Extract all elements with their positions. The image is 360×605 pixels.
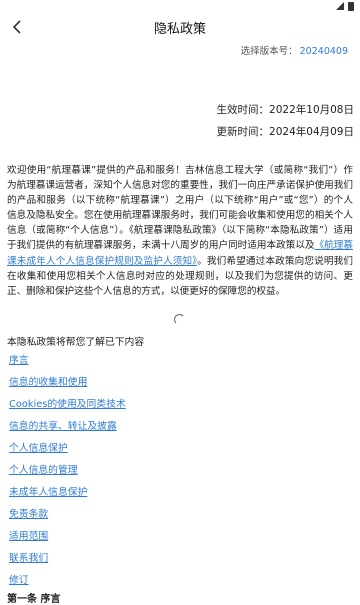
table-of-contents: 序言 信息的收集和使用 Cookies的使用及同类技术 信息的共享、转让及披露 … — [9, 354, 126, 596]
nav-bar: 隐私政策 — [0, 12, 360, 42]
effective-date: 生效时间：2022年10月08日 — [216, 104, 354, 116]
toc-item: Cookies的使用及同类技术 — [9, 398, 126, 420]
intro-paragraph: 欢迎使用“航理慕课”提供的产品和服务！吉林信息工程大学（或简称“我们”）作为航理… — [7, 163, 353, 299]
toc-link-management[interactable]: 个人信息的管理 — [9, 465, 78, 476]
version-value-link[interactable]: 20240409 — [300, 46, 348, 57]
toc-item: 联系我们 — [9, 552, 126, 574]
loading-spinner-icon — [174, 314, 185, 325]
status-bar — [0, 0, 360, 12]
section-title-preface: 第一条 序言 — [7, 594, 61, 605]
toc-item: 个人信息保护 — [9, 442, 126, 464]
signal-icon — [336, 2, 344, 10]
intro-text-part1: 欢迎使用“航理慕课”提供的产品和服务！吉林信息工程大学（或简称“我们”）作为航理… — [7, 165, 353, 252]
toc-link-sharing[interactable]: 信息的共享、转让及披露 — [9, 421, 117, 432]
page-title: 隐私政策 — [153, 21, 206, 37]
toc-link-collection-use[interactable]: 信息的收集和使用 — [9, 377, 87, 388]
toc-link-cookies[interactable]: Cookies的使用及同类技术 — [9, 399, 126, 410]
toc-heading: 本隐私政策将帮您了解已下内容 — [7, 337, 145, 348]
updated-date: 更新时间：2024年04月09日 — [216, 126, 354, 138]
toc-link-disclaimer[interactable]: 免责条款 — [9, 509, 48, 520]
toc-link-revision[interactable]: 修订 — [9, 575, 29, 586]
policy-dates: 生效时间：2022年10月08日 更新时间：2024年04月09日 — [217, 99, 354, 143]
toc-link-preface[interactable]: 序言 — [9, 355, 29, 366]
chevron-left-icon — [12, 20, 21, 34]
toc-item: 信息的共享、转让及披露 — [9, 420, 126, 442]
toc-link-protection[interactable]: 个人信息保护 — [9, 443, 68, 454]
back-button[interactable] — [6, 16, 28, 38]
version-selector: 选择版本号： 20240409 — [241, 43, 348, 57]
toc-item: 适用范围 — [9, 530, 126, 552]
toc-item: 未成年人信息保护 — [9, 486, 126, 508]
toc-link-contact[interactable]: 联系我们 — [9, 553, 48, 564]
toc-link-minors[interactable]: 未成年人信息保护 — [9, 487, 87, 498]
toc-item: 免责条款 — [9, 508, 126, 530]
battery-icon — [348, 1, 354, 11]
toc-item: 个人信息的管理 — [9, 464, 126, 486]
toc-link-scope[interactable]: 适用范围 — [9, 531, 48, 542]
version-label: 选择版本号： — [240, 46, 298, 57]
toc-item: 序言 — [9, 354, 126, 376]
toc-item: 信息的收集和使用 — [9, 376, 126, 398]
